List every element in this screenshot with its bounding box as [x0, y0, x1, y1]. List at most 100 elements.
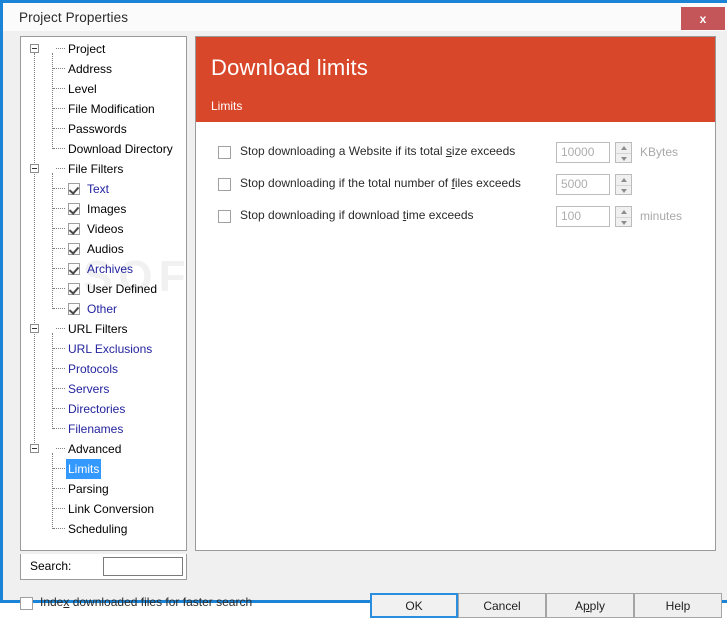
- limit-option-label: Stop downloading if download time exceed…: [240, 208, 474, 222]
- limit-option-checkbox[interactable]: [218, 178, 231, 191]
- tree-connector-dots: [53, 188, 65, 190]
- tree-item-other[interactable]: Other: [21, 299, 186, 319]
- limit-value-spinner[interactable]: [615, 206, 632, 227]
- tree-item-label: Scheduling: [68, 522, 128, 536]
- spinner-down-icon[interactable]: [616, 153, 631, 164]
- tree-item-label: Images: [87, 202, 127, 216]
- tree-item-parsing[interactable]: Parsing: [21, 479, 186, 499]
- page-title: Download limits: [211, 55, 369, 80]
- button-label-pre: Help: [665, 598, 691, 613]
- tree-item-passwords[interactable]: Passwords: [21, 119, 186, 139]
- limit-unit-label: KBytes: [640, 145, 679, 159]
- project-properties-dialog: Project Properties x SOFTPEDIA ProjectAd…: [0, 0, 727, 618]
- index-label-pre: Inde: [40, 595, 64, 609]
- settings-tree[interactable]: SOFTPEDIA ProjectAddressLevelFile Modifi…: [20, 36, 187, 551]
- tree-item-label: Filenames: [68, 422, 124, 436]
- limit-option-label-pre: Stop downloading a Website if its total: [240, 144, 446, 158]
- tree-item-videos[interactable]: Videos: [21, 219, 186, 239]
- collapse-expander-icon[interactable]: [30, 444, 39, 453]
- tree-search-row: Search:: [20, 554, 187, 580]
- spinner-down-icon[interactable]: [616, 185, 631, 196]
- tree-connector-dots: [53, 428, 65, 430]
- tree-item-images[interactable]: Images: [21, 199, 186, 219]
- help-button[interactable]: Help: [634, 593, 722, 618]
- spinner-up-icon[interactable]: [616, 143, 631, 153]
- apply-button[interactable]: Ap ply: [546, 593, 634, 618]
- tree-item-project[interactable]: Project: [21, 39, 186, 59]
- window-title: Project Properties: [19, 10, 129, 25]
- panel-header: Download limits Limits: [196, 37, 715, 122]
- limit-unit-label: minutes: [640, 209, 683, 223]
- tree-connector-dots: [53, 508, 65, 510]
- tree-checkbox-icon[interactable]: [68, 223, 80, 235]
- tree-connector-dots: [53, 148, 65, 150]
- tree-item-link-conversion[interactable]: Link Conversion: [21, 499, 186, 519]
- index-downloaded-files-label: Index downloaded files for faster search: [40, 595, 252, 609]
- limit-option-label: Stop downloading if the total number of …: [240, 176, 521, 190]
- cancel-button[interactable]: Cancel: [458, 593, 546, 618]
- tree-item-label: Videos: [87, 222, 124, 236]
- index-label-post: downloaded files for faster search: [69, 595, 253, 609]
- index-downloaded-files-checkbox[interactable]: [20, 597, 33, 610]
- tree-item-label: URL Exclusions: [68, 342, 153, 356]
- tree-item-url-exclusions[interactable]: URL Exclusions: [21, 339, 186, 359]
- limit-value-input[interactable]: 5000: [556, 174, 610, 195]
- tree-connector-dots: [53, 268, 65, 270]
- tree-item-label: Archives: [87, 262, 134, 276]
- limit-value-spinner[interactable]: [615, 142, 632, 163]
- tree-checkbox-icon[interactable]: [68, 283, 80, 295]
- limit-option-checkbox[interactable]: [218, 210, 231, 223]
- tree-item-label: Address: [68, 62, 113, 76]
- tree-item-limits[interactable]: Limits: [21, 459, 186, 479]
- limit-value-input[interactable]: 10000: [556, 142, 610, 163]
- tree-connector-dots: [53, 68, 65, 70]
- limits-panel: Download limits Limits Stop downloading …: [195, 36, 716, 551]
- spinner-up-icon[interactable]: [616, 207, 631, 217]
- collapse-expander-icon[interactable]: [30, 324, 39, 333]
- tree-checkbox-icon[interactable]: [68, 303, 80, 315]
- tree-checkbox-icon[interactable]: [68, 243, 80, 255]
- tree-item-directories[interactable]: Directories: [21, 399, 186, 419]
- tree-item-file-modification[interactable]: File Modification: [21, 99, 186, 119]
- tree-item-user-defined[interactable]: User Defined: [21, 279, 186, 299]
- search-label: Search:: [30, 559, 72, 573]
- tree-item-scheduling[interactable]: Scheduling: [21, 519, 186, 539]
- limit-option-row: Stop downloading a Website if its total …: [196, 142, 715, 166]
- tree-checkbox-icon[interactable]: [68, 203, 80, 215]
- tree-item-label: Directories: [68, 402, 126, 416]
- tree-item-filenames[interactable]: Filenames: [21, 419, 186, 439]
- tree-item-label: Parsing: [68, 482, 109, 496]
- tree-connector-dots: [53, 488, 65, 490]
- tree-item-address[interactable]: Address: [21, 59, 186, 79]
- button-label-post: ply: [589, 598, 606, 613]
- collapse-expander-icon[interactable]: [30, 164, 39, 173]
- tree-item-file-filters[interactable]: File Filters: [21, 159, 186, 179]
- spinner-up-icon[interactable]: [616, 175, 631, 185]
- tree-item-servers[interactable]: Servers: [21, 379, 186, 399]
- limit-option-checkbox[interactable]: [218, 146, 231, 159]
- tree-item-protocols[interactable]: Protocols: [21, 359, 186, 379]
- limit-option-label: Stop downloading a Website if its total …: [240, 144, 515, 158]
- limit-value-input[interactable]: 100: [556, 206, 610, 227]
- tree-item-text[interactable]: Text: [21, 179, 186, 199]
- tree-item-audios[interactable]: Audios: [21, 239, 186, 259]
- tree-item-level[interactable]: Level: [21, 79, 186, 99]
- collapse-expander-icon[interactable]: [30, 44, 39, 53]
- tree-item-label: Other: [87, 302, 118, 316]
- tree-connector-dots: [53, 368, 65, 370]
- tree-item-label: Level: [68, 82, 97, 96]
- tree-connector-dots: [53, 348, 65, 350]
- search-input[interactable]: [103, 557, 183, 576]
- tree-connector-dots: [53, 88, 65, 90]
- spinner-down-icon[interactable]: [616, 217, 631, 228]
- tree-item-label: User Defined: [87, 282, 158, 296]
- tree-item-download-directory[interactable]: Download Directory: [21, 139, 186, 159]
- tree-item-advanced[interactable]: Advanced: [21, 439, 186, 459]
- ok-button[interactable]: OK: [370, 593, 458, 618]
- tree-item-url-filters[interactable]: URL Filters: [21, 319, 186, 339]
- limit-value-spinner[interactable]: [615, 174, 632, 195]
- close-icon[interactable]: x: [681, 7, 725, 30]
- tree-checkbox-icon[interactable]: [68, 263, 80, 275]
- tree-checkbox-icon[interactable]: [68, 183, 80, 195]
- tree-item-archives[interactable]: Archives: [21, 259, 186, 279]
